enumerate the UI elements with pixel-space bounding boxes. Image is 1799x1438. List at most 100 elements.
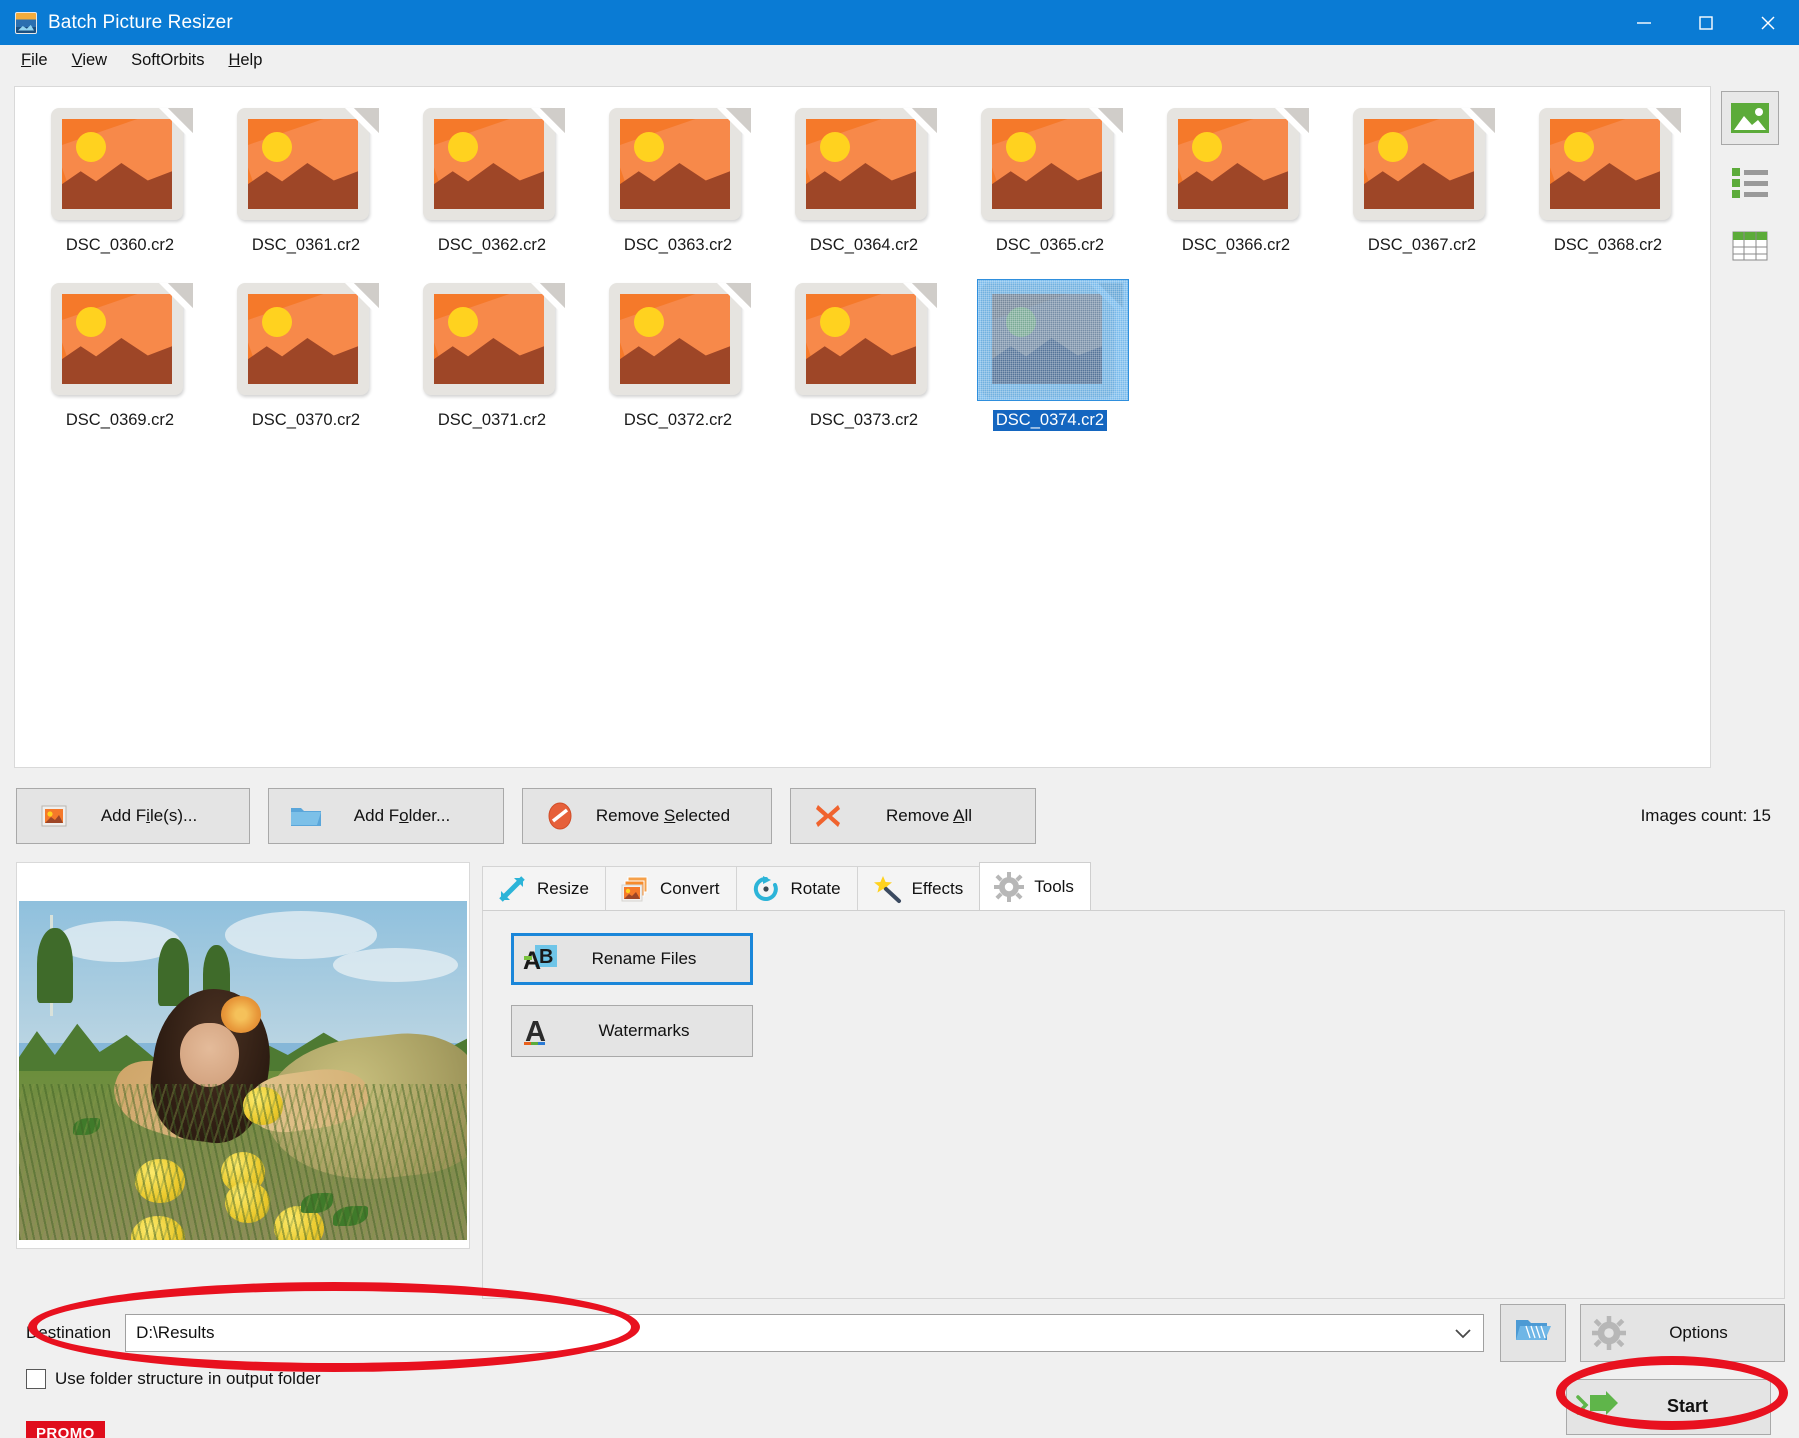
use-folder-structure-checkbox[interactable]: Use folder structure in output folder bbox=[26, 1369, 321, 1389]
menu-item-file[interactable]: FFileile bbox=[10, 47, 59, 74]
thumbnail-item[interactable]: DSC_0362.cr2 bbox=[399, 99, 585, 274]
thumbnail-list[interactable]: DSC_0360.cr2 DSC_0361.cr2 DSC_0362.cr2 D… bbox=[14, 86, 1711, 768]
placeholder-image-icon bbox=[45, 105, 195, 224]
convert-images-icon bbox=[618, 875, 652, 903]
selection-overlay bbox=[977, 279, 1129, 401]
close-icon[interactable] bbox=[1737, 0, 1799, 45]
checkbox-label: Use folder structure in output folder bbox=[55, 1369, 321, 1389]
add-folder-button[interactable]: Add Folder... bbox=[268, 788, 504, 844]
tab-label: Convert bbox=[660, 879, 720, 899]
menu-item-view[interactable]: View bbox=[61, 47, 118, 74]
watermarks-button[interactable]: A Watermarks bbox=[511, 1005, 753, 1057]
tab-resize[interactable]: Resize bbox=[482, 866, 606, 910]
thumbnail-item[interactable]: DSC_0367.cr2 bbox=[1329, 99, 1515, 274]
destination-label: Destination bbox=[26, 1323, 111, 1343]
menu-item-softorbits[interactable]: SoftOrbits bbox=[120, 47, 215, 74]
view-mode-rail bbox=[1711, 86, 1789, 768]
window-controls bbox=[1613, 0, 1799, 45]
thumbnail-item[interactable]: DSC_0366.cr2 bbox=[1143, 99, 1329, 274]
file-toolbar: Add File(s)... Add Folder... Remove Sele… bbox=[0, 768, 1799, 852]
add-files-label: Add File(s)... bbox=[75, 806, 249, 826]
thumbnail-view-icon[interactable] bbox=[1721, 91, 1779, 145]
placeholder-image-icon bbox=[231, 105, 381, 224]
placeholder-image-icon bbox=[417, 105, 567, 224]
promo-badge[interactable]: PROMO bbox=[26, 1421, 105, 1438]
tab-label: Resize bbox=[537, 879, 589, 899]
tab-convert[interactable]: Convert bbox=[605, 866, 737, 910]
thumbnail-item[interactable]: DSC_0371.cr2 bbox=[399, 274, 585, 449]
thumbnail-label: DSC_0361.cr2 bbox=[249, 235, 363, 256]
tab-effects[interactable]: Effects bbox=[857, 866, 981, 910]
list-view-icon[interactable] bbox=[1721, 155, 1779, 209]
remove-selected-button[interactable]: Remove Selected bbox=[522, 788, 772, 844]
gear-icon bbox=[992, 872, 1026, 902]
preview-image bbox=[19, 901, 467, 1240]
application-window: Batch Picture Resizer FFileile View Soft… bbox=[0, 0, 1799, 1438]
app-icon bbox=[15, 12, 37, 34]
menu-bar: FFileile View SoftOrbits Help bbox=[0, 45, 1799, 77]
placeholder-image-icon bbox=[975, 105, 1125, 224]
checkbox-box[interactable] bbox=[26, 1369, 46, 1389]
red-x-icon bbox=[807, 801, 849, 831]
chevron-down-icon[interactable] bbox=[1453, 1315, 1473, 1351]
title-bar: Batch Picture Resizer bbox=[0, 0, 1799, 45]
no-entry-icon bbox=[539, 801, 581, 831]
thumbnail-label: DSC_0373.cr2 bbox=[807, 410, 921, 431]
thumbnail-item[interactable]: DSC_0364.cr2 bbox=[771, 99, 957, 274]
add-folder-label: Add Folder... bbox=[327, 806, 503, 826]
thumbnail-label: DSC_0360.cr2 bbox=[63, 235, 177, 256]
rename-ab-icon: A B bbox=[514, 943, 568, 975]
placeholder-image-icon bbox=[1347, 105, 1497, 224]
options-button[interactable]: Options bbox=[1580, 1304, 1785, 1362]
thumbnail-item-selected[interactable]: DSC_0374.cr2 bbox=[957, 274, 1143, 449]
thumbnail-label: DSC_0366.cr2 bbox=[1179, 235, 1293, 256]
thumbnail-label: DSC_0370.cr2 bbox=[249, 410, 363, 431]
browse-folder-button[interactable] bbox=[1500, 1304, 1566, 1362]
tab-label: Rotate bbox=[791, 879, 841, 899]
remove-selected-label: Remove Selected bbox=[581, 806, 771, 826]
placeholder-image-icon bbox=[417, 280, 567, 399]
table-view-icon[interactable] bbox=[1721, 219, 1779, 273]
thumbnail-item[interactable]: DSC_0363.cr2 bbox=[585, 99, 771, 274]
thumbnail-label: DSC_0369.cr2 bbox=[63, 410, 177, 431]
tab-rotate[interactable]: Rotate bbox=[736, 866, 858, 910]
resize-arrows-icon bbox=[495, 875, 529, 903]
options-label: Options bbox=[1637, 1323, 1784, 1343]
thumbnail-item[interactable]: DSC_0361.cr2 bbox=[213, 99, 399, 274]
menu-item-help[interactable]: Help bbox=[217, 47, 273, 74]
thumbnail-item[interactable]: DSC_0373.cr2 bbox=[771, 274, 957, 449]
minimize-icon[interactable] bbox=[1613, 0, 1675, 45]
thumbnail-item[interactable]: DSC_0368.cr2 bbox=[1515, 99, 1701, 274]
tab-strip: Resize Convert bbox=[482, 862, 1785, 910]
maximize-icon[interactable] bbox=[1675, 0, 1737, 45]
rename-files-button[interactable]: A B Rename Files bbox=[511, 933, 753, 985]
thumbnail-item[interactable]: DSC_0369.cr2 bbox=[27, 274, 213, 449]
placeholder-image-icon bbox=[789, 105, 939, 224]
start-button[interactable]: Start bbox=[1566, 1379, 1771, 1435]
footer: Use folder structure in output folder PR… bbox=[0, 1361, 1799, 1438]
thumbnail-label: DSC_0368.cr2 bbox=[1551, 235, 1665, 256]
tab-tools[interactable]: Tools bbox=[979, 862, 1091, 910]
thumbnail-item[interactable]: DSC_0365.cr2 bbox=[957, 99, 1143, 274]
thumbnail-item[interactable]: DSC_0370.cr2 bbox=[213, 274, 399, 449]
placeholder-image-icon bbox=[603, 105, 753, 224]
window-title: Batch Picture Resizer bbox=[48, 12, 233, 34]
rotate-arrow-icon bbox=[749, 875, 783, 903]
thumbnail-item[interactable]: DSC_0372.cr2 bbox=[585, 274, 771, 449]
thumbnail-label: DSC_0365.cr2 bbox=[993, 235, 1107, 256]
add-files-button[interactable]: Add File(s)... bbox=[16, 788, 250, 844]
placeholder-image-icon bbox=[45, 280, 195, 399]
images-count-label: Images count: 15 bbox=[1641, 806, 1785, 826]
destination-field[interactable]: D:\Results bbox=[125, 1314, 1484, 1352]
thumbnail-label: DSC_0367.cr2 bbox=[1365, 235, 1479, 256]
thumbnail-label: DSC_0364.cr2 bbox=[807, 235, 921, 256]
tab-pane: Resize Convert bbox=[482, 862, 1785, 1299]
thumbnail-label: DSC_0372.cr2 bbox=[621, 410, 735, 431]
tools-panel: A B Rename Files A bbox=[482, 910, 1785, 1299]
preview-pane bbox=[16, 862, 470, 1249]
thumbnail-item[interactable]: DSC_0360.cr2 bbox=[27, 99, 213, 274]
rename-files-label: Rename Files bbox=[568, 949, 750, 969]
remove-all-button[interactable]: Remove All bbox=[790, 788, 1036, 844]
tab-label: Effects bbox=[912, 879, 964, 899]
thumbnail-label: DSC_0362.cr2 bbox=[435, 235, 549, 256]
